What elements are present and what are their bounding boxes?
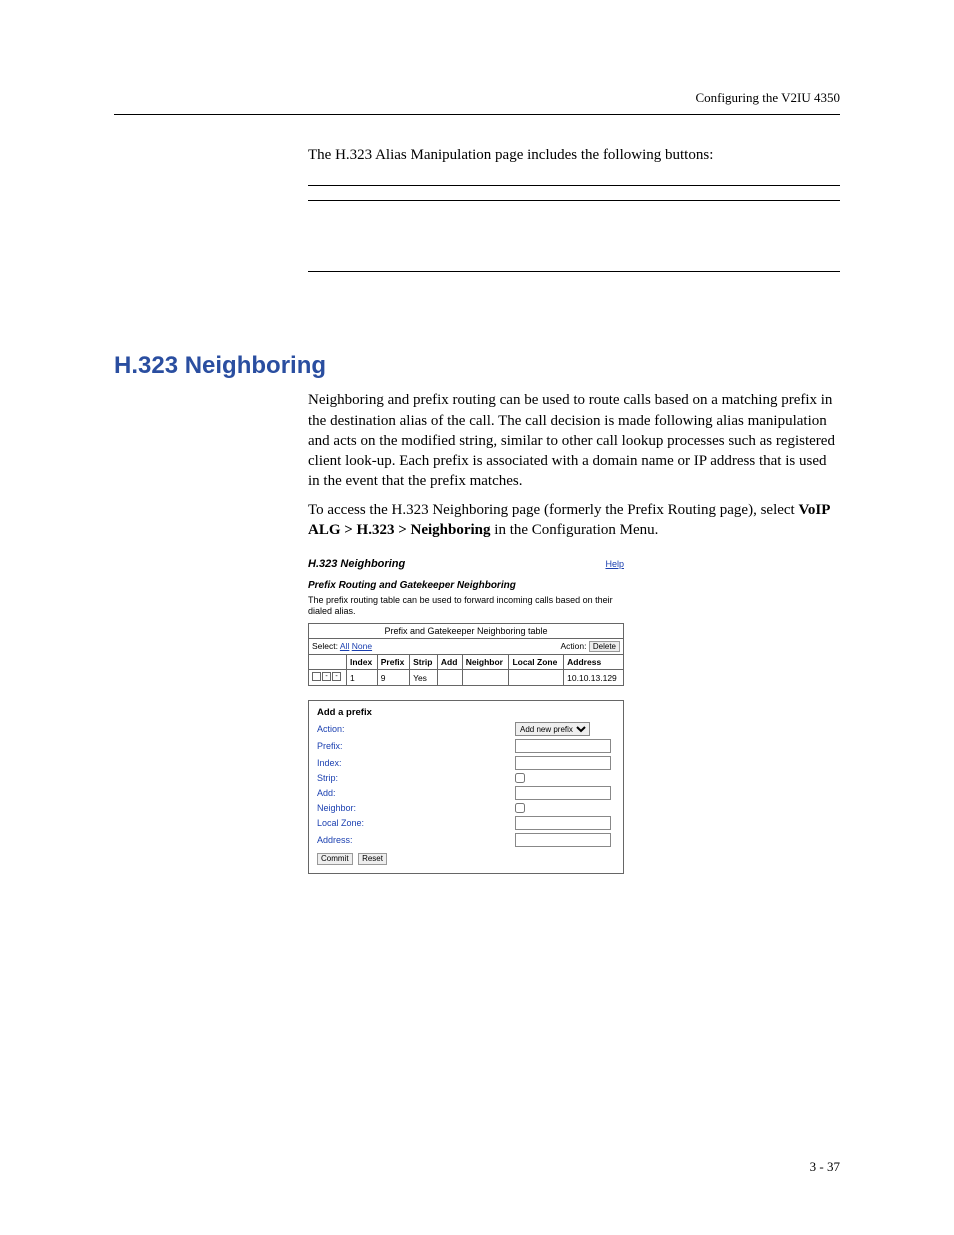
- panel-description: The prefix routing table can be used to …: [308, 595, 624, 617]
- commit-button[interactable]: Commit: [317, 853, 353, 865]
- prefix-table: Prefix and Gatekeeper Neighboring table …: [308, 623, 624, 687]
- select-none-link[interactable]: None: [352, 641, 372, 651]
- localzone-field-label: Local Zone:: [317, 818, 364, 828]
- action-label: Action:: [561, 641, 587, 651]
- help-link[interactable]: Help: [605, 559, 624, 569]
- localzone-input[interactable]: [515, 816, 611, 830]
- cell-localzone: [509, 670, 564, 686]
- screenshot-panel: H.323 Neighboring Help Prefix Routing an…: [308, 558, 624, 874]
- table-header: Prefix: [377, 655, 409, 670]
- add-field-label: Add:: [317, 788, 336, 798]
- page-number: 3 - 37: [810, 1159, 840, 1175]
- header-rule: [114, 114, 840, 115]
- table-header: Add: [437, 655, 462, 670]
- action-field-label: Action:: [317, 724, 345, 734]
- prefix-field-label: Prefix:: [317, 741, 343, 751]
- cell-strip: Yes: [410, 670, 438, 686]
- delete-button[interactable]: Delete: [589, 641, 620, 653]
- table-header-row: Index Prefix Strip Add Neighbor Local Zo…: [309, 655, 624, 670]
- table-header: [309, 655, 347, 670]
- table-header: Local Zone: [509, 655, 564, 670]
- table-row: - - 1 9 Yes 10.10.13.129: [309, 670, 624, 686]
- table-header: Address: [564, 655, 624, 670]
- table-header: Index: [346, 655, 377, 670]
- select-label: Select:: [312, 641, 338, 651]
- intro-sentence: The H.323 Alias Manipulation page includ…: [308, 145, 840, 165]
- neighbor-field-label: Neighbor:: [317, 803, 356, 813]
- index-input[interactable]: [515, 756, 611, 770]
- section-para-2: To access the H.323 Neighboring page (fo…: [308, 500, 840, 541]
- section-heading: H.323 Neighboring: [114, 352, 840, 380]
- panel-title: H.323 Neighboring: [308, 558, 405, 570]
- cell-prefix: 9: [377, 670, 409, 686]
- cell-add: [437, 670, 462, 686]
- placeholder-rule: [308, 271, 840, 272]
- table-header: Neighbor: [462, 655, 509, 670]
- index-field-label: Index:: [317, 758, 342, 768]
- section-para-1: Neighboring and prefix routing can be us…: [308, 390, 840, 491]
- cell-index: 1: [346, 670, 377, 686]
- row-checkbox[interactable]: [312, 672, 321, 681]
- strip-field-label: Strip:: [317, 773, 338, 783]
- reset-button[interactable]: Reset: [358, 853, 387, 865]
- cell-address: 10.10.13.129: [564, 670, 624, 686]
- cell-neighbor: [462, 670, 509, 686]
- strip-checkbox[interactable]: [515, 773, 525, 783]
- section-para-2c: in the Configuration Menu.: [491, 522, 659, 538]
- address-input[interactable]: [515, 833, 611, 847]
- row-move-up-icon[interactable]: -: [322, 672, 331, 681]
- prefix-input[interactable]: [515, 739, 611, 753]
- running-header: Configuring the V2IU 4350: [114, 90, 840, 106]
- row-controls: - -: [312, 672, 341, 681]
- panel-subheading: Prefix Routing and Gatekeeper Neighborin…: [308, 580, 624, 591]
- button-table-placeholder: [308, 185, 840, 272]
- select-all-link[interactable]: All: [340, 641, 349, 651]
- action-select[interactable]: Add new prefix: [515, 722, 590, 736]
- neighbor-checkbox[interactable]: [515, 803, 525, 813]
- section-para-2a: To access the H.323 Neighboring page (fo…: [308, 502, 798, 518]
- form-title: Add a prefix: [317, 707, 615, 718]
- add-prefix-form: Add a prefix Action: Add new prefix Pref…: [308, 700, 624, 874]
- address-field-label: Address:: [317, 835, 353, 845]
- row-move-down-icon[interactable]: -: [332, 672, 341, 681]
- add-input[interactable]: [515, 786, 611, 800]
- table-caption: Prefix and Gatekeeper Neighboring table: [309, 623, 624, 638]
- table-header: Strip: [410, 655, 438, 670]
